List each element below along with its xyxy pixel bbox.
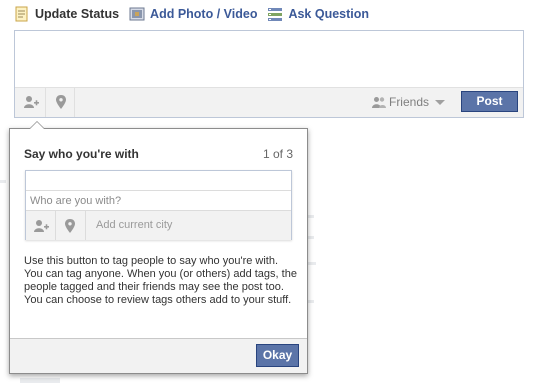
- dialog-description: Use this button to tag people to say who…: [24, 255, 297, 306]
- background-content: [308, 236, 314, 239]
- toolbar-divider: [85, 211, 86, 240]
- audience-label: Friends: [388, 95, 429, 109]
- background-content: [0, 180, 6, 183]
- toolbar-divider: [45, 88, 46, 117]
- post-button[interactable]: Post: [461, 91, 518, 112]
- composer-preview: Who are you with? Add current city: [25, 170, 292, 240]
- dialog-step-counter: 1 of 3: [262, 147, 293, 161]
- status-icon: [14, 6, 30, 22]
- tag-people-tour-dialog: Say who you're with 1 of 3 Who are you w…: [9, 121, 308, 374]
- preview-text-area: [26, 171, 291, 190]
- tab-label: Update Status: [35, 7, 120, 21]
- location-pin-icon[interactable]: [53, 94, 69, 110]
- tag-people-icon[interactable]: [23, 94, 39, 110]
- composer-toolbar: Friends Post: [15, 87, 523, 117]
- photo-icon: [129, 6, 145, 22]
- dialog-pointer: [29, 121, 45, 129]
- tab-ask-question[interactable]: Ask Question: [267, 6, 369, 22]
- background-content: [308, 300, 314, 303]
- tab-update-status[interactable]: Update Status: [14, 6, 119, 22]
- tag-people-icon: [33, 218, 49, 234]
- status-composer: Friends Post: [14, 30, 524, 118]
- dialog-footer: Okay: [10, 338, 307, 373]
- tab-label: Add Photo / Video: [150, 7, 258, 21]
- status-text-area[interactable]: [15, 31, 523, 89]
- who-are-you-with-field: Who are you with?: [26, 190, 291, 211]
- preview-toolbar: Add current city: [26, 210, 291, 240]
- okay-button[interactable]: Okay: [256, 344, 299, 367]
- question-icon: [267, 6, 283, 22]
- tab-label: Ask Question: [288, 7, 370, 21]
- background-content: [308, 215, 314, 218]
- dialog-title: Say who you're with: [24, 147, 139, 161]
- background-content: [20, 378, 60, 383]
- chevron-down-icon: [435, 99, 445, 105]
- tab-add-photo-video[interactable]: Add Photo / Video: [129, 6, 257, 22]
- location-pin-icon: [62, 218, 78, 234]
- composer-tabs: Update Status Add Photo / Video Ask Ques…: [14, 4, 379, 24]
- background-content: [308, 262, 316, 265]
- add-current-city-field: Add current city: [96, 219, 173, 231]
- audience-selector[interactable]: Friends: [371, 95, 445, 109]
- toolbar-divider: [74, 88, 75, 117]
- toolbar-divider: [55, 211, 56, 240]
- friends-icon: [371, 96, 386, 108]
